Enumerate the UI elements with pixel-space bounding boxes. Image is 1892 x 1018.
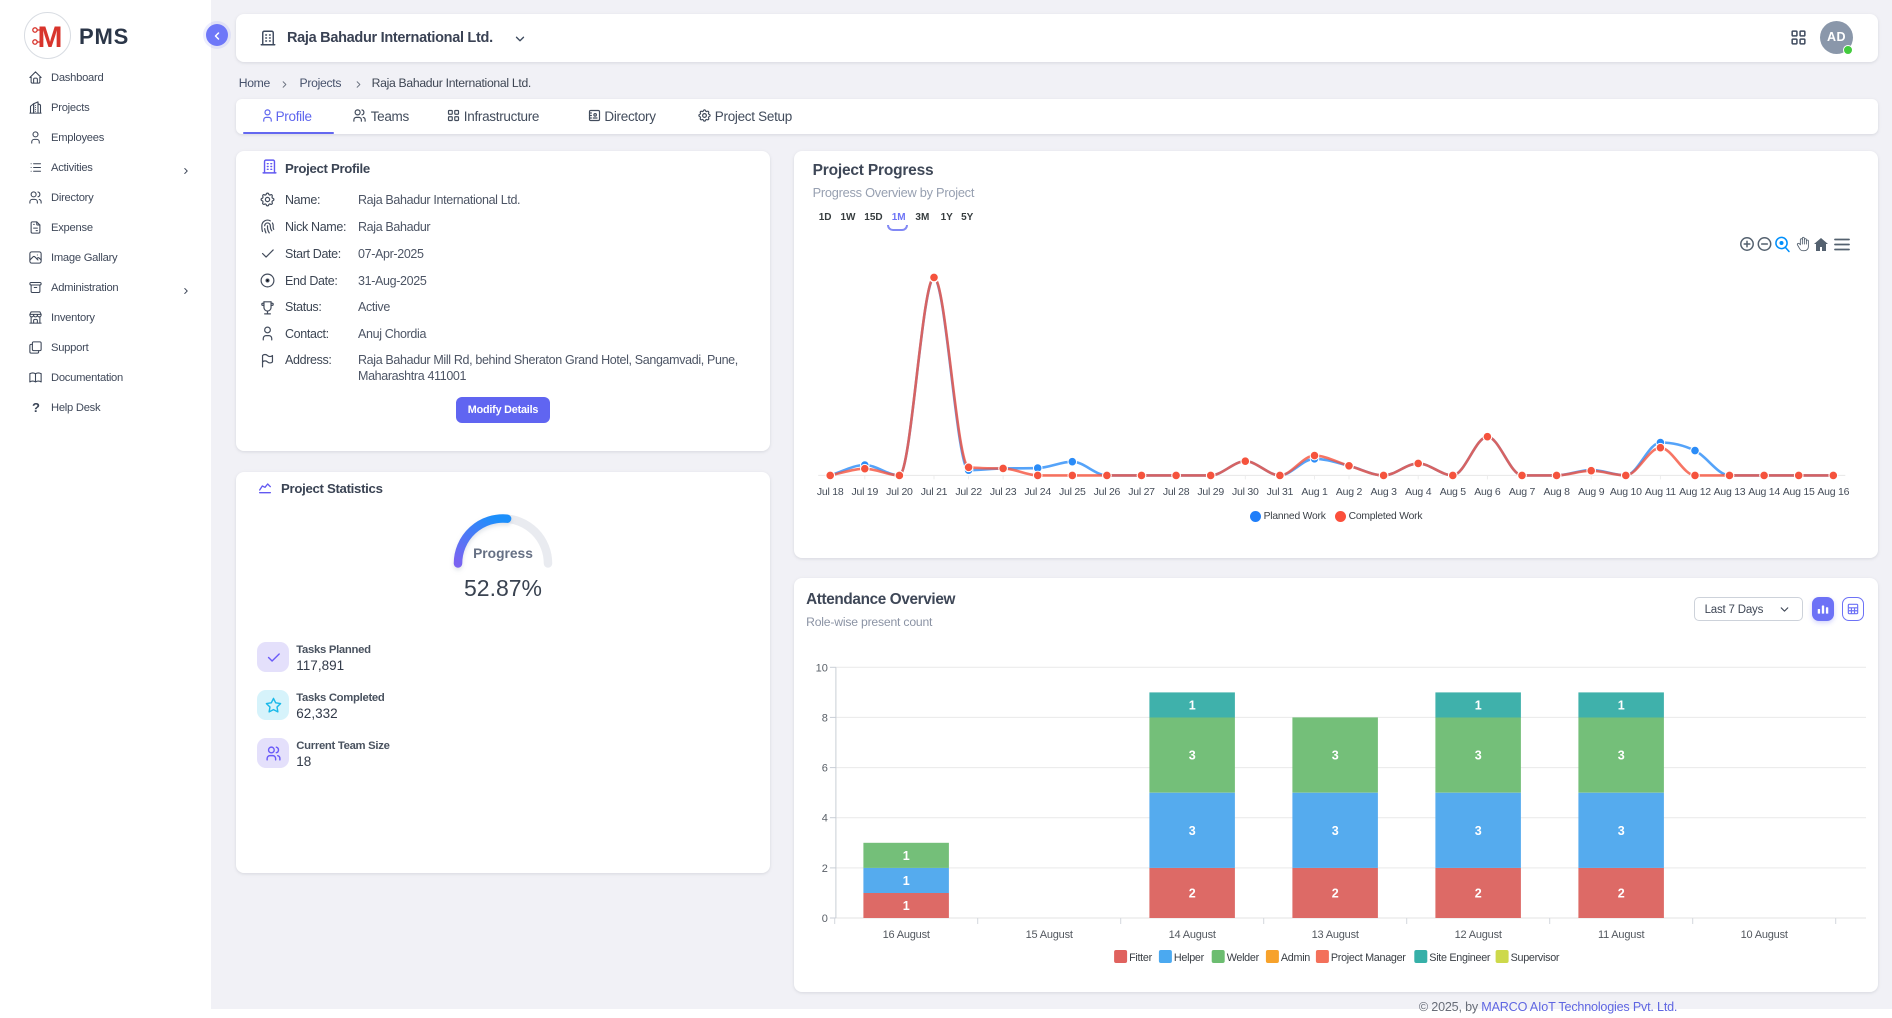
svg-text:10: 10 — [815, 662, 827, 674]
svg-text:Aug 7: Aug 7 — [1508, 486, 1535, 498]
svg-text:Aug 4: Aug 4 — [1405, 486, 1432, 498]
svg-text:3: 3 — [1331, 749, 1338, 763]
svg-text:Aug 10: Aug 10 — [1610, 486, 1642, 498]
svg-text:3: 3 — [1331, 824, 1338, 838]
svg-text:3: 3 — [1474, 749, 1481, 763]
svg-text:1: 1 — [902, 899, 909, 913]
svg-text:14 August: 14 August — [1168, 929, 1215, 941]
svg-text:Aug 5: Aug 5 — [1439, 486, 1466, 498]
svg-text:Aug 8: Aug 8 — [1543, 486, 1570, 498]
svg-text:2: 2 — [1474, 886, 1481, 900]
svg-text:Jul 26: Jul 26 — [1093, 486, 1120, 498]
svg-text:Jul 30: Jul 30 — [1232, 486, 1259, 498]
svg-text:1: 1 — [902, 849, 909, 863]
svg-text:Aug 3: Aug 3 — [1370, 486, 1397, 498]
svg-text:3: 3 — [1617, 824, 1624, 838]
svg-text:Aug 12: Aug 12 — [1679, 486, 1711, 498]
svg-text:M: M — [38, 21, 63, 54]
svg-text:12 August: 12 August — [1454, 929, 1501, 941]
svg-text:Aug 2: Aug 2 — [1335, 486, 1362, 498]
svg-text:3: 3 — [1474, 824, 1481, 838]
svg-text:Jul 28: Jul 28 — [1162, 486, 1189, 498]
svg-text:Aug 13: Aug 13 — [1713, 486, 1745, 498]
svg-text:Aug 14: Aug 14 — [1748, 486, 1780, 498]
svg-text:1: 1 — [1474, 698, 1481, 712]
svg-text:1: 1 — [902, 874, 909, 888]
svg-text:3: 3 — [1188, 749, 1195, 763]
svg-text:0: 0 — [821, 913, 827, 925]
svg-text:Jul 19: Jul 19 — [851, 486, 878, 498]
svg-text:Supervisor: Supervisor — [1510, 952, 1559, 964]
svg-text:16 August: 16 August — [882, 929, 929, 941]
svg-text:Jul 24: Jul 24 — [1024, 486, 1051, 498]
svg-text:3: 3 — [1617, 749, 1624, 763]
svg-text:4: 4 — [821, 813, 827, 825]
svg-text:1: 1 — [1617, 698, 1624, 712]
svg-text:3: 3 — [1188, 824, 1195, 838]
svg-text:Aug 9: Aug 9 — [1578, 486, 1605, 498]
svg-text:1: 1 — [1188, 698, 1195, 712]
svg-text:2: 2 — [1331, 886, 1338, 900]
svg-text:11 August: 11 August — [1598, 929, 1644, 941]
svg-text:Site Engineer: Site Engineer — [1429, 952, 1491, 964]
svg-text:Project Manager: Project Manager — [1330, 952, 1405, 964]
svg-text:Aug 11: Aug 11 — [1644, 486, 1675, 498]
svg-text:Aug 15: Aug 15 — [1782, 486, 1814, 498]
svg-text:Jul 22: Jul 22 — [955, 486, 982, 498]
svg-text:Jul 18: Jul 18 — [817, 486, 844, 498]
svg-text:Jul 31: Jul 31 — [1266, 486, 1293, 498]
svg-text:Aug 1: Aug 1 — [1301, 486, 1328, 498]
svg-text:Jul 27: Jul 27 — [1128, 486, 1155, 498]
svg-text:Admin: Admin — [1280, 952, 1309, 964]
svg-text:10 August: 10 August — [1740, 929, 1787, 941]
svg-text:Jul 21: Jul 21 — [920, 486, 947, 498]
svg-text:13 August: 13 August — [1311, 929, 1358, 941]
svg-text:15 August: 15 August — [1025, 929, 1072, 941]
svg-text:2: 2 — [821, 863, 827, 875]
svg-text:Jul 29: Jul 29 — [1197, 486, 1224, 498]
svg-text:Aug 6: Aug 6 — [1474, 486, 1501, 498]
svg-text:Aug 16: Aug 16 — [1817, 486, 1849, 498]
svg-text:6: 6 — [821, 763, 827, 775]
svg-text:2: 2 — [1188, 886, 1195, 900]
svg-text:Helper: Helper — [1173, 952, 1204, 964]
svg-text:Jul 20: Jul 20 — [886, 486, 913, 498]
svg-text:2: 2 — [1617, 886, 1624, 900]
svg-text:Jul 23: Jul 23 — [989, 486, 1016, 498]
svg-text:8: 8 — [821, 712, 827, 724]
svg-text:Fitter: Fitter — [1129, 952, 1152, 964]
svg-text:Jul 25: Jul 25 — [1059, 486, 1086, 498]
svg-text:Welder: Welder — [1226, 952, 1259, 964]
